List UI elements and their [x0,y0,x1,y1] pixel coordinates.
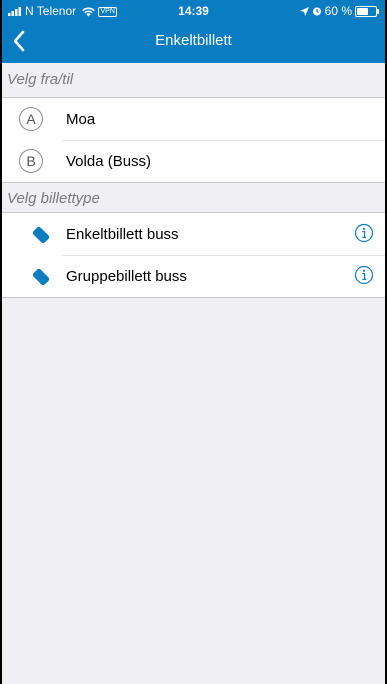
status-right: 60 % [299,0,379,22]
route-section-header: Velg fra/til [7,71,74,88]
ticket-type-group: Enkeltbillett buss Gruppebillett buss [2,212,385,298]
battery-fill [357,7,368,15]
battery-percent: 60 % [324,4,352,18]
status-bar: N Telenor VPN 14:39 60 % [2,0,385,22]
ticket-section-header: Velg billettype [7,190,100,207]
ticket-type-row-single[interactable]: Enkeltbillett buss [2,213,385,255]
from-marker-icon: A [19,107,43,131]
from-stop-name: Moa [66,110,96,128]
ticket-type-label: Enkeltbillett buss [66,225,179,243]
location-arrow-icon [299,6,309,16]
route-group: A Moa B Volda (Buss) [2,97,385,183]
to-stop-row[interactable]: B Volda (Buss) [2,140,385,182]
page-title: Enkeltbillett [155,32,232,49]
ticket-type-label: Gruppebillett buss [66,267,187,285]
ticket-icon [32,226,50,244]
alarm-icon [312,7,321,16]
info-icon[interactable] [354,223,374,243]
navigation-bar: Enkeltbillett [2,22,385,63]
to-stop-name: Volda (Buss) [66,152,152,170]
from-stop-row[interactable]: A Moa [2,98,385,140]
ticket-icon [32,268,50,286]
info-icon[interactable] [354,265,374,285]
top-bar: N Telenor VPN 14:39 60 % Enkeltbillett [2,0,385,63]
battery-icon [355,5,379,17]
to-marker-icon: B [19,149,43,173]
app-screen: N Telenor VPN 14:39 60 % Enkeltbillett V… [2,0,385,684]
ticket-type-row-group[interactable]: Gruppebillett buss [2,255,385,297]
